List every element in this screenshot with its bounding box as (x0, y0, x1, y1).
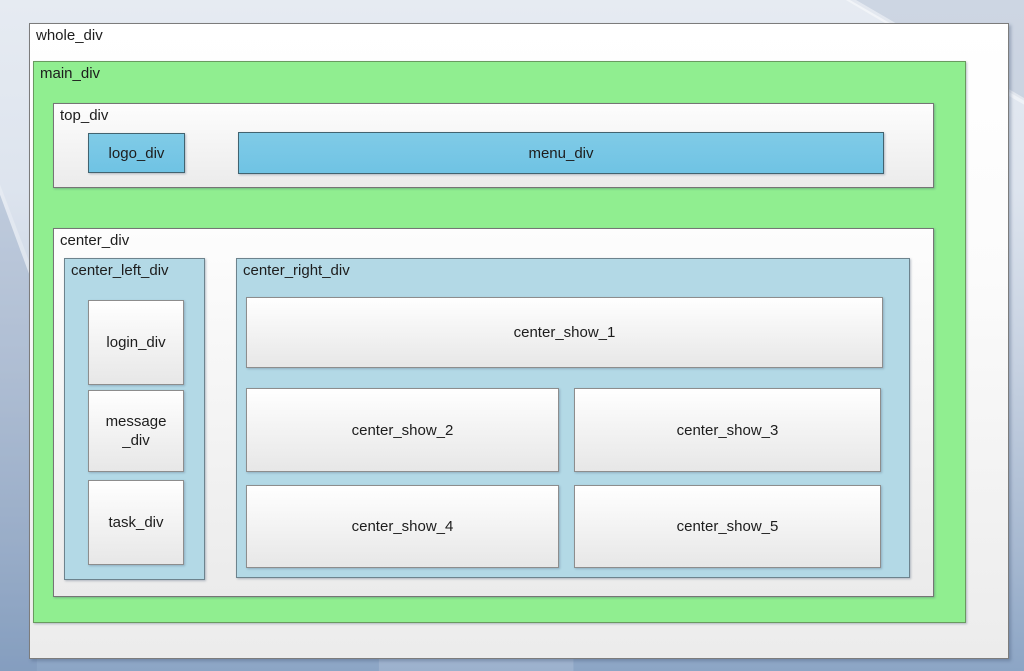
center-right-div-box: center_right_div center_show_1 center_sh… (236, 258, 910, 578)
top-div-box: top_div logo_div menu_div (53, 103, 934, 188)
center-show-5-box: center_show_5 (574, 485, 881, 568)
center-show-3-box: center_show_3 (574, 388, 881, 472)
page-background: whole_div main_div top_div logo_div menu… (0, 0, 1024, 671)
logo-div-box: logo_div (88, 133, 185, 173)
whole-div-label: whole_div (30, 24, 1008, 45)
center-right-div-label: center_right_div (237, 259, 909, 280)
center-left-div-label: center_left_div (65, 259, 204, 280)
main-div-box: main_div top_div logo_div menu_div cente… (33, 61, 966, 623)
top-div-label: top_div (54, 104, 933, 125)
center-left-div-box: center_left_div login_div message _div t… (64, 258, 205, 580)
message-div-box: message _div (88, 390, 184, 472)
center-show-1-box: center_show_1 (246, 297, 883, 368)
center-show-2-box: center_show_2 (246, 388, 559, 472)
center-show-4-box: center_show_4 (246, 485, 559, 568)
task-div-box: task_div (88, 480, 184, 565)
menu-div-box: menu_div (238, 132, 884, 174)
center-div-box: center_div center_left_div login_div mes… (53, 228, 934, 597)
login-div-box: login_div (88, 300, 184, 385)
whole-div-box: whole_div main_div top_div logo_div menu… (29, 23, 1009, 659)
center-div-label: center_div (54, 229, 933, 250)
main-div-label: main_div (34, 62, 965, 83)
